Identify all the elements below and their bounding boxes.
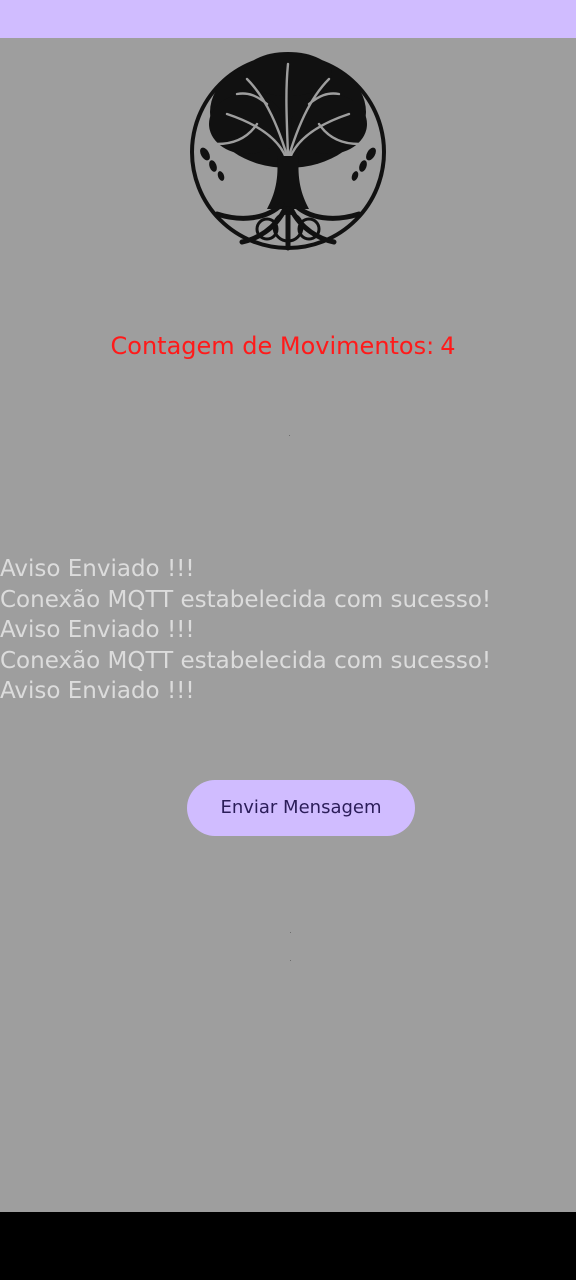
movement-counter-label: Contagem de Movimentos: bbox=[110, 332, 435, 360]
divider-dot bbox=[290, 932, 291, 933]
log-line: Aviso Enviado !!! bbox=[0, 617, 195, 643]
navigation-bar bbox=[0, 1212, 576, 1280]
log-line: Conexão MQTT estabelecida com sucesso! bbox=[0, 647, 492, 674]
divider-dot bbox=[290, 960, 291, 961]
movement-counter-value: 4 bbox=[440, 332, 456, 360]
log-line: Aviso Enviado !!! bbox=[0, 556, 195, 582]
send-message-button[interactable]: Enviar Mensagem bbox=[187, 780, 415, 836]
status-bar bbox=[0, 0, 576, 38]
tree-of-life-icon bbox=[187, 44, 389, 256]
movement-counter: Contagem de Movimentos: 4 bbox=[0, 328, 566, 364]
log-line: Aviso Enviado !!! bbox=[0, 678, 195, 704]
log-line: Conexão MQTT estabelecida com sucesso! bbox=[0, 586, 492, 613]
message-log: Aviso Enviado !!! Conexão MQTT estabelec… bbox=[0, 554, 576, 707]
divider-dot bbox=[289, 435, 290, 436]
